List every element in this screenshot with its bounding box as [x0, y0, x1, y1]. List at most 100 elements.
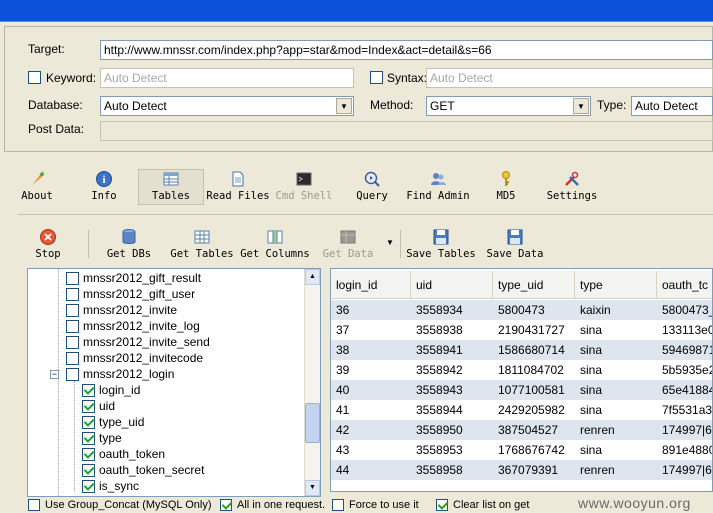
force-option[interactable]: Force to use it — [332, 497, 419, 513]
tree-item-table[interactable]: mnssr2012_invite_log — [66, 318, 200, 334]
column-checkbox[interactable] — [82, 463, 95, 477]
tree-item-table[interactable]: mnssr2012_gift_result — [66, 270, 201, 286]
query-button[interactable]: Query — [352, 170, 392, 210]
scroll-up-icon[interactable]: ▲ — [305, 269, 320, 285]
about-button[interactable]: About — [18, 170, 56, 210]
scroll-down-icon[interactable]: ▼ — [305, 480, 320, 496]
group-concat-option[interactable]: Use Group_Concat (MySQL Only) — [28, 497, 211, 513]
all-in-one-option[interactable]: All in one request. — [220, 497, 325, 513]
column-header[interactable]: login_id — [331, 271, 411, 299]
toolbar-divider — [18, 214, 713, 215]
column-header[interactable]: uid — [411, 271, 493, 299]
syntax-input[interactable]: Auto Detect — [426, 68, 713, 88]
data-grid[interactable]: login_id uid type_uid type oauth_tc 36 35… — [330, 268, 713, 492]
column-checkbox[interactable] — [82, 383, 95, 397]
get-dbs-button[interactable]: Get DBs — [104, 228, 154, 262]
syntax-checkbox[interactable] — [370, 71, 383, 84]
table-cell: 3558942 — [416, 363, 463, 377]
tree-item-table[interactable]: mnssr2012_invite — [66, 302, 177, 318]
table-cell: 174997|6 — [662, 423, 712, 437]
column-header[interactable]: oauth_tc — [657, 271, 712, 299]
action-separator — [400, 230, 401, 258]
column-checkbox[interactable] — [82, 479, 95, 493]
chevron-down-icon[interactable]: ▼ — [573, 98, 589, 114]
clear-list-option[interactable]: Clear list on get — [436, 497, 529, 513]
save-tables-button[interactable]: Save Tables — [406, 228, 476, 262]
tables-button[interactable]: Tables — [138, 169, 204, 205]
collapse-icon[interactable]: − — [50, 369, 59, 379]
table-tree[interactable]: mnssr2012_gift_result mnssr2012_gift_use… — [27, 268, 321, 497]
table-cell: 3558934 — [416, 303, 463, 317]
save-icon — [507, 229, 523, 245]
keyword-checkbox[interactable] — [28, 71, 41, 84]
title-bar — [0, 0, 713, 22]
info-button[interactable]: i Info — [88, 170, 120, 210]
chevron-down-icon[interactable]: ▼ — [336, 98, 352, 114]
save-data-button[interactable]: Save Data — [486, 228, 544, 262]
database-select[interactable]: Auto Detect ▼ — [100, 96, 354, 116]
target-url-input[interactable]: http://www.mnssr.com/index.php?app=star&… — [100, 40, 713, 60]
tree-item-column[interactable]: oauth_token — [82, 446, 165, 462]
scroll-thumb[interactable] — [305, 403, 320, 443]
tree-item-table[interactable]: mnssr2012_invite_send — [66, 334, 210, 350]
tree-item-column[interactable]: oauth_token_secret — [82, 462, 204, 478]
table-row[interactable]: 44 3558958 367079391 renren 174997|6 — [331, 460, 712, 480]
table-row[interactable]: 37 3558938 2190431727 sina 133113e0 — [331, 320, 712, 340]
table-row[interactable]: 40 3558943 1077100581 sina 65e41884 — [331, 380, 712, 400]
group-concat-checkbox[interactable] — [28, 499, 40, 511]
column-checkbox[interactable] — [82, 399, 95, 413]
table-name: mnssr2012_login — [83, 367, 175, 381]
table-checkbox[interactable] — [66, 351, 79, 365]
column-checkbox[interactable] — [82, 431, 95, 445]
tree-item-table-expanded[interactable]: − mnssr2012_login — [50, 366, 174, 382]
stop-button[interactable]: Stop — [34, 228, 62, 262]
table-cell: 3558944 — [416, 403, 463, 417]
tree-item-column[interactable]: is_sync — [82, 478, 139, 494]
type-select[interactable]: Auto Detect — [631, 96, 713, 116]
clear-list-checkbox[interactable] — [436, 499, 448, 511]
all-in-one-checkbox[interactable] — [220, 499, 232, 511]
get-columns-button[interactable]: Get Columns — [240, 228, 310, 262]
tree-scrollbar[interactable]: ▲ ▼ — [304, 269, 320, 496]
table-cell: sina — [580, 443, 603, 457]
table-row[interactable]: 38 3558941 1586680714 sina 59469871 — [331, 340, 712, 360]
keyword-input[interactable]: Auto Detect — [100, 68, 354, 88]
table-row[interactable]: 42 3558950 387504527 renren 174997|6 — [331, 420, 712, 440]
column-checkbox[interactable] — [82, 415, 95, 429]
tree-item-column[interactable]: uid — [82, 398, 115, 414]
column-checkbox[interactable] — [82, 447, 95, 461]
table-checkbox[interactable] — [66, 287, 79, 301]
save-tables-label: Save Tables — [406, 248, 476, 260]
column-header[interactable]: type — [575, 271, 657, 299]
table-cell: 1077100581 — [498, 383, 565, 397]
md5-button[interactable]: MD5 — [494, 170, 518, 210]
tree-item-table[interactable]: mnssr2012_gift_user — [66, 286, 195, 302]
cmd-shell-button[interactable]: Cmd Shell — [275, 170, 333, 210]
post-data-input[interactable] — [100, 121, 713, 141]
tree-item-column[interactable]: type_uid — [82, 414, 144, 430]
settings-button[interactable]: Settings — [546, 170, 598, 210]
target-label: Target: — [28, 42, 65, 56]
get-tables-button[interactable]: Get Tables — [170, 228, 234, 262]
table-checkbox[interactable] — [66, 303, 79, 317]
table-row[interactable]: 36 3558934 5800473 kaixin 5800473_ — [331, 300, 712, 320]
table-row[interactable]: 39 3558942 1811084702 sina 5b5935e2 — [331, 360, 712, 380]
tree-item-column[interactable]: type — [82, 430, 122, 446]
tree-item-column[interactable]: login_id — [82, 382, 140, 398]
table-name: mnssr2012_invitecode — [83, 351, 204, 365]
column-header[interactable]: type_uid — [493, 271, 575, 299]
table-checkbox[interactable] — [66, 367, 79, 381]
table-checkbox[interactable] — [66, 319, 79, 333]
get-data-label: Get Data — [322, 248, 374, 260]
tree-item-table[interactable]: mnssr2012_invitecode — [66, 350, 203, 366]
table-row[interactable]: 41 3558944 2429205982 sina 7f5531a3 — [331, 400, 712, 420]
dropdown-arrow-icon[interactable]: ▼ — [386, 238, 394, 247]
table-checkbox[interactable] — [66, 271, 79, 285]
get-data-button[interactable]: Get Data — [322, 228, 374, 262]
force-checkbox[interactable] — [332, 499, 344, 511]
method-select[interactable]: GET ▼ — [426, 96, 591, 116]
table-row[interactable]: 43 3558953 1768676742 sina 891e4880 — [331, 440, 712, 460]
read-files-button[interactable]: Read Files — [206, 170, 270, 210]
find-admin-button[interactable]: Find Admin — [406, 170, 470, 210]
table-checkbox[interactable] — [66, 335, 79, 349]
